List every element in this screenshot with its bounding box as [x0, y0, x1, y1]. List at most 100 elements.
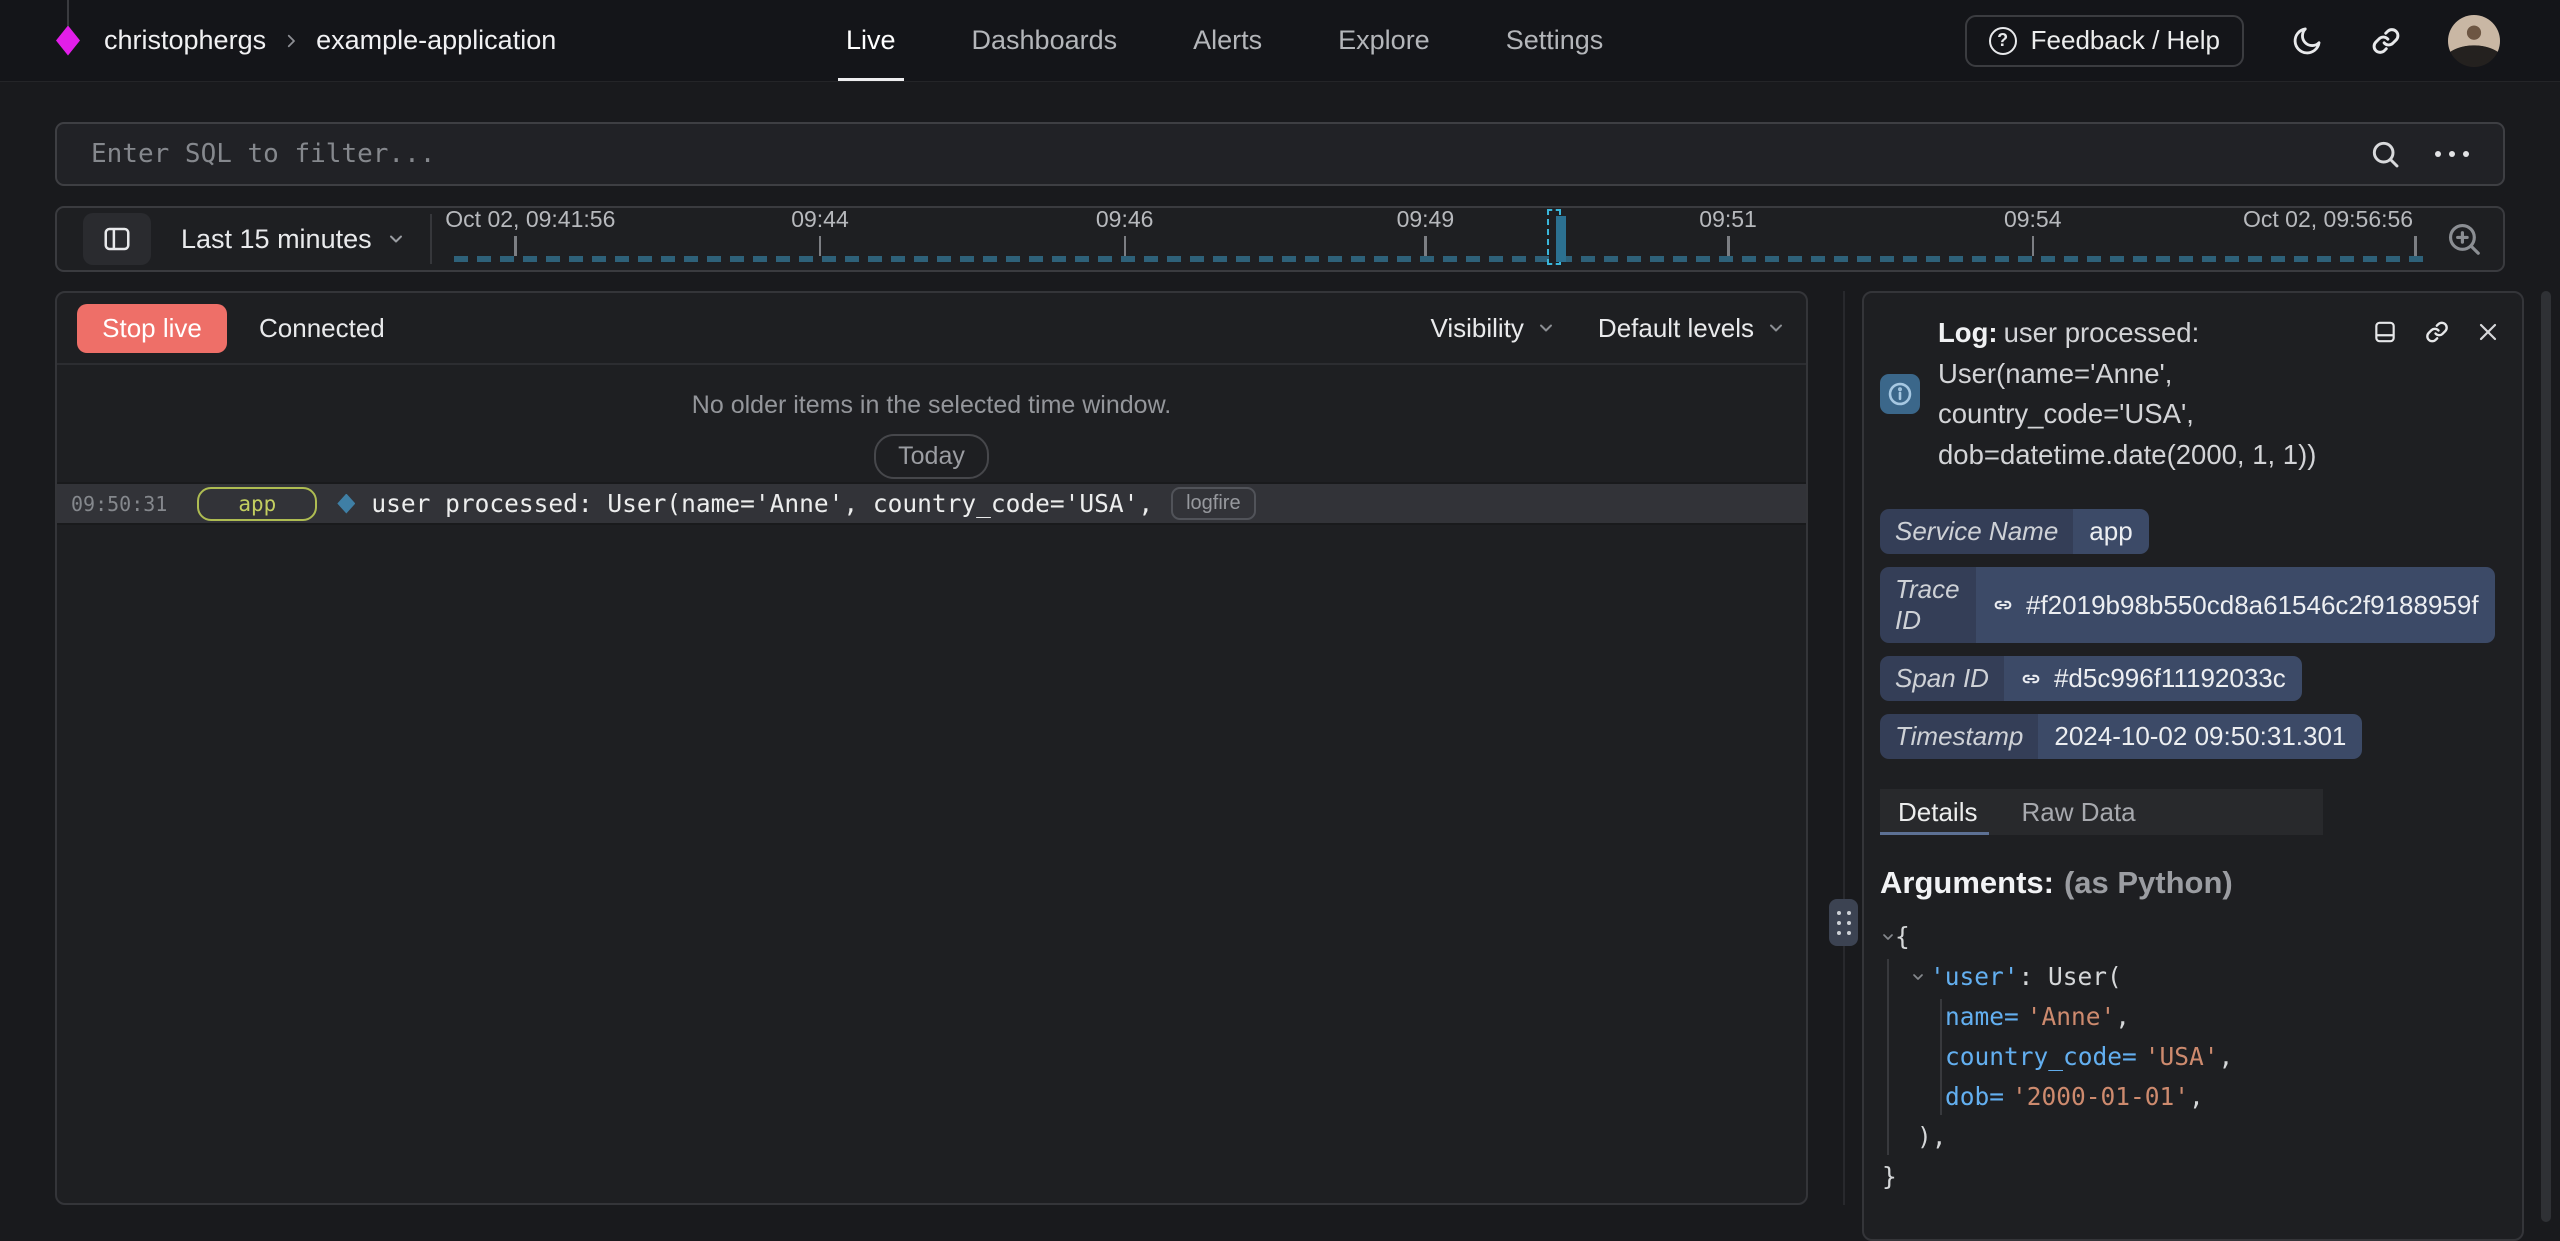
today-button[interactable]: Today: [874, 434, 989, 479]
moon-icon[interactable]: [2290, 24, 2324, 58]
stop-live-button[interactable]: Stop live: [77, 304, 227, 353]
logfire-diamond-icon: [56, 26, 80, 56]
log-level-diamond-icon: [337, 494, 355, 514]
nav-tabs: Live Dashboards Alerts Explore Settings: [846, 0, 1603, 81]
close-icon[interactable]: [2476, 320, 2500, 344]
tick-label: 09:46: [1096, 206, 1154, 233]
chip-label: Span ID: [1880, 656, 2004, 701]
nav-tab-explore[interactable]: Explore: [1338, 0, 1430, 81]
code-token-str: 'Anne': [2027, 1002, 2116, 1031]
timeline-zoom-button[interactable]: [2445, 220, 2483, 258]
log-timestamp: 09:50:31: [71, 492, 167, 516]
nav-tab-dashboards[interactable]: Dashboards: [972, 0, 1118, 81]
sql-filter-input[interactable]: [91, 139, 2369, 169]
nav-tab-live[interactable]: Live: [846, 0, 896, 81]
code-token-plain: ,: [2219, 1042, 2234, 1071]
code-line: }: [1880, 1157, 2522, 1197]
link-icon[interactable]: [2370, 25, 2402, 57]
nav-tab-settings[interactable]: Settings: [1506, 0, 1604, 81]
metadata-chip-trace-id: Trace ID #f2019b98b550cd8a61546c2f9188959…: [1880, 567, 2495, 643]
code-line: {: [1880, 917, 2522, 957]
log-details-panel: Log:user processed: User(name='Anne', co…: [1862, 291, 2524, 1241]
code-line: dob='2000-01-01',: [1880, 1077, 2522, 1117]
ellipsis-icon[interactable]: [2435, 151, 2469, 157]
code-token-str: '2000-01-01': [2012, 1082, 2189, 1111]
empty-message: No older items in the selected time wind…: [57, 391, 1806, 420]
chip-value: app: [2073, 509, 2148, 554]
sidebar-toggle-button[interactable]: [83, 213, 151, 265]
log-tag: logfire: [1171, 487, 1255, 520]
tick-line: [1424, 236, 1427, 256]
log-message: user processed: User(name='Anne', countr…: [371, 489, 1153, 518]
tick-line: [1124, 236, 1127, 256]
chevron-down-icon: [1536, 318, 1556, 338]
collapse-chevron-icon[interactable]: [1910, 969, 1926, 985]
chevron-down-icon: [386, 229, 406, 249]
arguments-heading: Arguments: (as Python): [1880, 865, 2522, 901]
code-line: 'user': User(: [1880, 957, 2522, 997]
divider: [430, 214, 432, 264]
sql-filter-bar: [55, 122, 2505, 186]
details-header-icons: [2372, 319, 2500, 345]
chip-label: Timestamp: [1880, 714, 2038, 759]
link-icon[interactable]: [2424, 319, 2450, 345]
logfire-logo: [56, 26, 80, 56]
log-row[interactable]: 09:50:31 app user processed: User(name='…: [57, 482, 1806, 525]
chip-value: #f2019b98b550cd8a61546c2f9188959f: [1976, 567, 2495, 643]
metadata-chip-timestamp: Timestamp2024-10-02 09:50:31.301: [1880, 714, 2362, 759]
collapse-chevron-icon[interactable]: [1880, 929, 1896, 945]
tick-label: 09:49: [1397, 206, 1455, 233]
code-token-plain: ),: [1917, 1122, 1947, 1151]
arguments-mode: (as Python): [2064, 865, 2233, 900]
code-token-key: name=: [1945, 1002, 2019, 1031]
avatar[interactable]: [2448, 15, 2500, 67]
tick-label: 09:54: [2004, 206, 2062, 233]
details-tab-raw-data[interactable]: Raw Data: [2021, 789, 2135, 835]
timeline-baseline: [454, 256, 2427, 262]
nav-tab-alerts[interactable]: Alerts: [1193, 0, 1262, 81]
search-icon[interactable]: [2369, 138, 2401, 170]
feedback-help-label: Feedback / Help: [2031, 25, 2220, 56]
live-header: Stop live Connected Visibility Default l…: [57, 293, 1806, 365]
arguments-code: {'user': User( name= 'Anne', country_code= '…: [1880, 917, 2522, 1197]
code-token-key: country_code=: [1945, 1042, 2137, 1071]
tick-line: [2414, 236, 2417, 256]
panel-splitter-handle[interactable]: [1829, 899, 1858, 946]
service-badge: app: [197, 487, 317, 521]
chip-label: Trace ID: [1880, 567, 1976, 643]
time-range-select[interactable]: Last 15 minutes: [181, 224, 406, 255]
chip-value-text: #f2019b98b550cd8a61546c2f9188959f: [2026, 590, 2479, 621]
timeline[interactable]: Oct 02, 09:41:5609:4409:4609:4909:5109:5…: [446, 208, 2437, 270]
visibility-label: Visibility: [1430, 313, 1523, 344]
visibility-dropdown[interactable]: Visibility: [1430, 313, 1555, 344]
split-panel-icon[interactable]: [2372, 319, 2398, 345]
feedback-help-button[interactable]: ? Feedback / Help: [1965, 15, 2244, 67]
code-line: name='Anne',: [1880, 997, 2522, 1037]
live-feed-panel: Stop live Connected Visibility Default l…: [55, 291, 1808, 1205]
details-tabs: Details Raw Data: [1880, 789, 2323, 835]
breadcrumb: christophergs example-application: [104, 25, 556, 56]
empty-zone: No older items in the selected time wind…: [57, 391, 1806, 479]
details-title-prefix: Log:: [1938, 317, 1998, 348]
logo-stem: [67, 0, 69, 26]
chip-value-text: app: [2089, 516, 2132, 547]
arguments-label: Arguments:: [1880, 865, 2054, 900]
tick-label: 09:44: [791, 206, 849, 233]
details-tab-details[interactable]: Details: [1898, 789, 1977, 835]
code-token-str: 'USA': [2145, 1042, 2219, 1071]
breadcrumb-project[interactable]: example-application: [316, 25, 556, 56]
link-icon[interactable]: [1992, 594, 2014, 616]
chip-value: #d5c996f11192033c: [2004, 656, 2302, 701]
help-circle-icon: ?: [1989, 27, 2017, 55]
breadcrumb-org[interactable]: christophergs: [104, 25, 266, 56]
tick-label: 09:51: [1699, 206, 1757, 233]
default-levels-dropdown[interactable]: Default levels: [1598, 313, 1786, 344]
page-scrollbar[interactable]: [2541, 291, 2551, 1222]
chip-label: Service Name: [1880, 509, 2073, 554]
default-levels-label: Default levels: [1598, 313, 1754, 344]
tick-line: [1727, 236, 1730, 256]
code-line: ),: [1880, 1117, 2522, 1157]
chip-value-text: #d5c996f11192033c: [2054, 663, 2286, 694]
code-token-key: dob=: [1945, 1082, 2004, 1111]
link-icon[interactable]: [2020, 668, 2042, 690]
